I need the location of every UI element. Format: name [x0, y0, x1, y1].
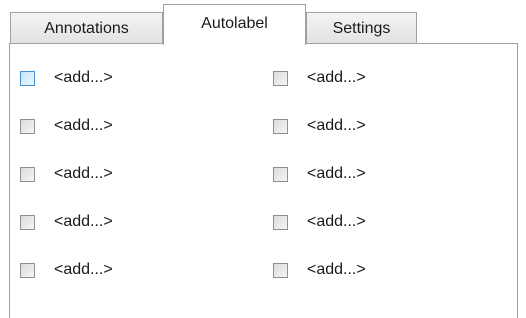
- autolabel-item-label[interactable]: <add...>: [307, 261, 366, 279]
- autolabel-item-label[interactable]: <add...>: [307, 165, 366, 183]
- autolabel-checkbox[interactable]: [20, 214, 35, 230]
- tab-strip: Annotations Autolabel Settings: [0, 0, 526, 45]
- autolabel-item-label[interactable]: <add...>: [54, 213, 113, 231]
- autolabel-item[interactable]: <add...>: [273, 252, 493, 288]
- autolabel-item-label[interactable]: <add...>: [54, 117, 113, 135]
- autolabel-item-label[interactable]: <add...>: [54, 165, 113, 183]
- autolabel-item[interactable]: <add...>: [20, 60, 273, 96]
- autolabel-item-label[interactable]: <add...>: [54, 69, 113, 87]
- autolabel-checkbox[interactable]: [273, 118, 288, 134]
- autolabel-items-grid: <add...> <add...> <add...> <add...> <add…: [20, 60, 500, 300]
- autolabel-checkbox[interactable]: [20, 262, 35, 278]
- autolabel-item[interactable]: <add...>: [20, 252, 273, 288]
- tab-autolabel[interactable]: Autolabel: [163, 4, 306, 45]
- autolabel-item[interactable]: <add...>: [20, 156, 273, 192]
- tab-annotations[interactable]: Annotations: [10, 12, 163, 44]
- autolabel-item[interactable]: <add...>: [273, 156, 493, 192]
- autolabel-panel: <add...> <add...> <add...> <add...> <add…: [9, 44, 518, 318]
- autolabel-item-label[interactable]: <add...>: [307, 117, 366, 135]
- autolabel-item[interactable]: <add...>: [20, 204, 273, 240]
- autolabel-checkbox[interactable]: [273, 70, 288, 86]
- tab-settings[interactable]: Settings: [306, 12, 417, 44]
- autolabel-item[interactable]: <add...>: [273, 108, 493, 144]
- autolabel-checkbox[interactable]: [20, 166, 35, 182]
- autolabel-checkbox[interactable]: [273, 166, 288, 182]
- autolabel-item-label[interactable]: <add...>: [54, 261, 113, 279]
- autolabel-item[interactable]: <add...>: [273, 204, 493, 240]
- autolabel-item[interactable]: <add...>: [20, 108, 273, 144]
- autolabel-item[interactable]: <add...>: [273, 60, 493, 96]
- autolabel-checkbox[interactable]: [20, 118, 35, 134]
- autolabel-checkbox[interactable]: [273, 262, 288, 278]
- autolabel-checkbox[interactable]: [273, 214, 288, 230]
- autolabel-window: Annotations Autolabel Settings <add...> …: [0, 0, 526, 318]
- autolabel-checkbox[interactable]: [20, 70, 35, 86]
- autolabel-item-label[interactable]: <add...>: [307, 213, 366, 231]
- autolabel-item-label[interactable]: <add...>: [307, 69, 366, 87]
